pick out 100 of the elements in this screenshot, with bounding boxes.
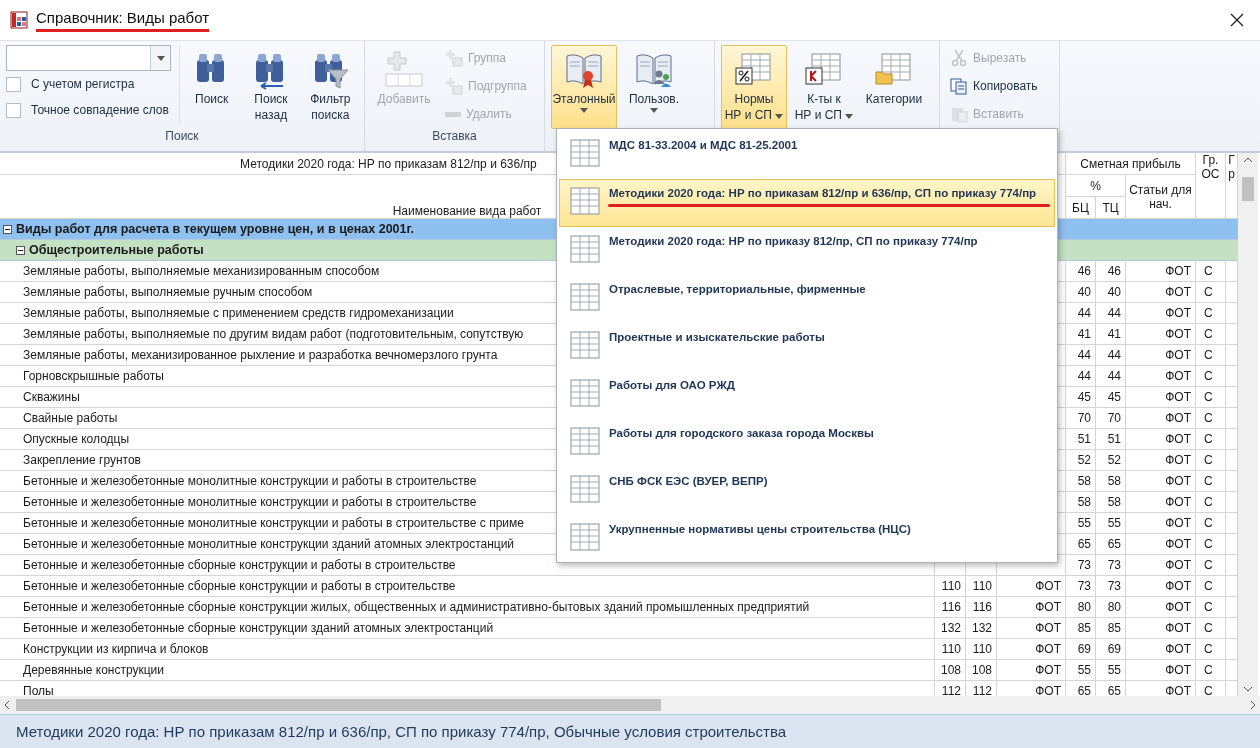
table-cell: С bbox=[1196, 597, 1226, 618]
table-cell: ФОТ bbox=[1126, 345, 1196, 366]
table-cell: С bbox=[1196, 576, 1226, 597]
group-title: Общестроительные работы bbox=[29, 243, 204, 257]
table-cell: С bbox=[1196, 303, 1226, 324]
table-cell: 45 bbox=[1096, 387, 1126, 408]
table-cell: 108 bbox=[935, 660, 966, 681]
checkbox-label: Точное совпадение слов bbox=[31, 103, 169, 117]
window-title: Справочник: Виды работ bbox=[36, 8, 210, 32]
table-cell: 70 bbox=[1066, 408, 1096, 429]
table-cell: 44 bbox=[1066, 345, 1096, 366]
table-cell: 70 bbox=[1096, 408, 1126, 429]
table-cell: С bbox=[1196, 282, 1226, 303]
table-cell: Бетонные и железобетонные сборные конструкции и работы в строительстве bbox=[0, 576, 935, 597]
status-text: Методики 2020 года: НР по приказам 812/пр и 636/пр, СП по приказу 774/пр, Обычные условия строительства bbox=[16, 723, 787, 740]
table-cell: ФОТ bbox=[1126, 324, 1196, 345]
table-cell: 52 bbox=[1096, 450, 1126, 471]
table-cell: ФОТ bbox=[1126, 408, 1196, 429]
group-title: Виды работ для расчета в текущем уровне цен, и в ценах 2001г. bbox=[16, 222, 414, 236]
table-cell: 51 bbox=[1096, 429, 1126, 450]
table-cell: С bbox=[1196, 366, 1226, 387]
table-cell: ФОТ bbox=[1126, 597, 1196, 618]
table-cell: ФОТ bbox=[997, 618, 1066, 639]
table-cell: С bbox=[1196, 261, 1226, 282]
table-cell: 85 bbox=[1096, 618, 1126, 639]
table-cell: ФОТ bbox=[1126, 492, 1196, 513]
table-cell: ФОТ bbox=[997, 639, 1066, 660]
table-cell: 51 bbox=[1066, 429, 1096, 450]
table-cell: 44 bbox=[1066, 303, 1096, 324]
table-cell: 44 bbox=[1096, 366, 1126, 387]
table-cell: С bbox=[1196, 408, 1226, 429]
table-cell: ФОТ bbox=[1126, 366, 1196, 387]
group-label: Поиск bbox=[165, 128, 199, 145]
table-cell: 58 bbox=[1096, 471, 1126, 492]
table-cell: 80 bbox=[1066, 597, 1096, 618]
table-cell: С bbox=[1196, 324, 1226, 345]
table-cell: С bbox=[1196, 534, 1226, 555]
table-cell: С bbox=[1196, 618, 1226, 639]
table-cell: С bbox=[1196, 660, 1226, 681]
table-cell: ФОТ bbox=[1126, 471, 1196, 492]
table-cell: ФОТ bbox=[1126, 534, 1196, 555]
table-cell: 52 bbox=[1066, 450, 1096, 471]
table-cell: ФОТ bbox=[1126, 576, 1196, 597]
table-cell: 44 bbox=[1066, 366, 1096, 387]
table-cell: 73 bbox=[1096, 555, 1126, 576]
table-cell: Деревянные конструкции bbox=[0, 660, 935, 681]
table-cell: 46 bbox=[1096, 261, 1126, 282]
table-cell: 73 bbox=[1066, 555, 1096, 576]
table-cell: 110 bbox=[935, 576, 966, 597]
table-cell: С bbox=[1196, 513, 1226, 534]
table-cell: Бетонные и железобетонные сборные конструкции жилых, общественных и административно-бытовых зданий промышленных предприятий bbox=[0, 597, 935, 618]
table-cell: ФОТ bbox=[1126, 555, 1196, 576]
checkbox-label: С учетом регистра bbox=[31, 77, 135, 91]
table-cell: 44 bbox=[1096, 345, 1126, 366]
table-cell: Бетонные и железобетонные сборные конструкции зданий атомных электростанций bbox=[0, 618, 935, 639]
table-cell: Конструкции из кирпича и блоков bbox=[0, 639, 935, 660]
table-cell: ФОТ bbox=[1126, 429, 1196, 450]
table-cell: ФОТ bbox=[1126, 261, 1196, 282]
table-cell: 110 bbox=[966, 639, 997, 660]
table-cell: 73 bbox=[1066, 576, 1096, 597]
table-cell: 55 bbox=[1066, 513, 1096, 534]
table-cell: 73 bbox=[1096, 576, 1126, 597]
table-cell: С bbox=[1196, 471, 1226, 492]
table-cell: С bbox=[1196, 387, 1226, 408]
table-cell: С bbox=[1196, 345, 1226, 366]
table-cell: 58 bbox=[1096, 492, 1126, 513]
table-cell: С bbox=[1196, 450, 1226, 471]
table-cell: ФОТ bbox=[1126, 450, 1196, 471]
table-cell: 108 bbox=[966, 660, 997, 681]
table-cell: 55 bbox=[1096, 513, 1126, 534]
table-cell: ФОТ bbox=[1126, 513, 1196, 534]
table-cell: 69 bbox=[1066, 639, 1096, 660]
table-cell: 65 bbox=[1096, 534, 1126, 555]
table-cell: 58 bbox=[1066, 492, 1096, 513]
column-header: % bbox=[1066, 175, 1126, 197]
table-cell: 58 bbox=[1066, 471, 1096, 492]
table-cell: ФОТ bbox=[997, 576, 1066, 597]
table-cell: 110 bbox=[966, 576, 997, 597]
table-cell: С bbox=[1196, 492, 1226, 513]
table-cell: ФОТ bbox=[1126, 639, 1196, 660]
table-cell: 55 bbox=[1066, 660, 1096, 681]
table-cell: 69 bbox=[1096, 639, 1126, 660]
table-cell: 40 bbox=[1096, 282, 1126, 303]
table-cell: 80 bbox=[1096, 597, 1126, 618]
table-cell: 40 bbox=[1066, 282, 1096, 303]
table-cell: ФОТ bbox=[997, 660, 1066, 681]
table-cell: 132 bbox=[935, 618, 966, 639]
table-cell: 65 bbox=[1066, 534, 1096, 555]
table-cell: С bbox=[1196, 555, 1226, 576]
table-cell: ФОТ bbox=[1126, 282, 1196, 303]
table-cell: ФОТ bbox=[1126, 387, 1196, 408]
table-cell: 41 bbox=[1096, 324, 1126, 345]
table-cell: 116 bbox=[935, 597, 966, 618]
table-cell: 55 bbox=[1096, 660, 1126, 681]
table-cell: 41 bbox=[1066, 324, 1096, 345]
table-cell: ФОТ bbox=[1126, 303, 1196, 324]
table-cell: ФОТ bbox=[1126, 618, 1196, 639]
table-cell: С bbox=[1196, 429, 1226, 450]
table-cell: ФОТ bbox=[1126, 660, 1196, 681]
table-cell: 46 bbox=[1066, 261, 1096, 282]
